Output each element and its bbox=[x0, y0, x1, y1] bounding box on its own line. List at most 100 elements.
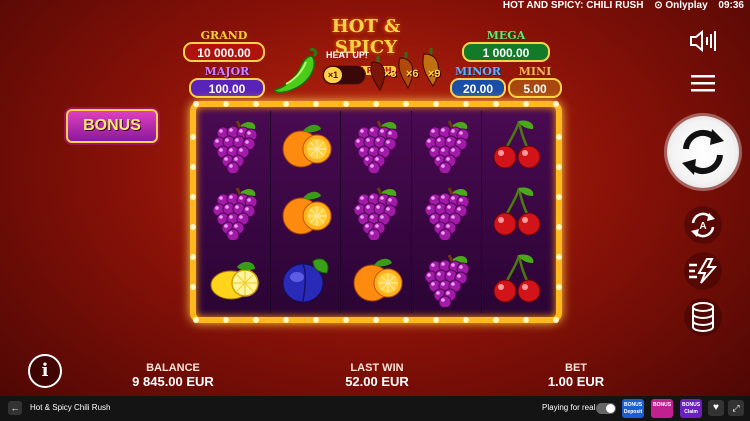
spin-icon bbox=[682, 129, 724, 175]
menu-icon bbox=[691, 75, 715, 92]
promo-deposit-bottom: Deposit bbox=[623, 409, 643, 415]
promo-bonus-top: BONUS bbox=[652, 402, 672, 408]
frame-light bbox=[493, 317, 499, 323]
toggle-knob bbox=[606, 404, 615, 413]
orange-icon bbox=[346, 251, 406, 307]
frame-light bbox=[433, 317, 439, 323]
frame-light bbox=[556, 254, 562, 260]
frame-light bbox=[283, 317, 289, 323]
grapes-icon bbox=[417, 251, 477, 308]
frame-light bbox=[190, 164, 196, 170]
frame-light bbox=[493, 101, 499, 107]
playing-for-real-label: Playing for real bbox=[542, 403, 596, 412]
frame-light bbox=[190, 194, 196, 200]
jackpot-mega-value: 1 000.00 bbox=[462, 42, 550, 62]
frame-light bbox=[403, 101, 409, 107]
reel-2 bbox=[271, 111, 342, 313]
frame-light bbox=[433, 101, 439, 107]
bottom-bar: ← Hot & Spicy Chili Rush Playing for rea… bbox=[0, 396, 750, 421]
bet-button[interactable] bbox=[684, 298, 722, 336]
back-button[interactable]: ← bbox=[8, 401, 22, 415]
frame-light bbox=[193, 317, 199, 323]
balance-display: BALANCE 9 845.00 EUR bbox=[110, 362, 236, 390]
heart-icon: ♥ bbox=[713, 402, 719, 413]
frame-light bbox=[463, 101, 469, 107]
frame-light bbox=[556, 284, 562, 290]
promo-deposit-button[interactable]: BONUS Deposit bbox=[622, 399, 644, 418]
jackpot-mini-value: 5.00 bbox=[508, 78, 562, 98]
multiplier-x1: ×1 bbox=[324, 67, 342, 83]
yellow-chili-icon bbox=[422, 48, 439, 87]
heat-multiplier-toggle: ×1 bbox=[322, 65, 366, 85]
frame-light bbox=[190, 254, 196, 260]
green-chili-icon bbox=[272, 48, 318, 94]
bet-display[interactable]: BET 1.00 EUR bbox=[526, 362, 626, 390]
heat-up-label: HEAT UP! bbox=[326, 50, 368, 60]
turbo-button[interactable] bbox=[684, 252, 722, 290]
frame-light bbox=[373, 101, 379, 107]
favorite-button[interactable]: ♥ bbox=[708, 400, 724, 416]
bet-value: 1.00 EUR bbox=[547, 374, 605, 389]
grapes-icon bbox=[417, 117, 477, 173]
last-win-label: LAST WIN bbox=[350, 362, 404, 374]
frame-light bbox=[556, 164, 562, 170]
frame-light bbox=[556, 134, 562, 140]
promo-bonus-button[interactable]: BONUS bbox=[651, 399, 673, 418]
frame-light bbox=[343, 101, 349, 107]
info-button[interactable]: i bbox=[28, 354, 62, 388]
frame-light bbox=[190, 284, 196, 290]
orange-icon bbox=[275, 117, 335, 173]
sound-button[interactable] bbox=[686, 26, 720, 56]
last-win-display: LAST WIN 52.00 EUR bbox=[314, 362, 440, 390]
frame-light bbox=[463, 317, 469, 323]
frame-light bbox=[553, 101, 559, 107]
jackpot-grand-label: GRAND bbox=[200, 29, 248, 42]
jackpot-mini: MINI 5.00 bbox=[508, 66, 562, 98]
grapes-icon bbox=[205, 117, 265, 173]
frame-light bbox=[253, 317, 259, 323]
orange-icon bbox=[275, 184, 335, 240]
frame-light bbox=[556, 224, 562, 230]
frame-light bbox=[403, 317, 409, 323]
balance-label: BALANCE bbox=[146, 362, 200, 374]
frame-light bbox=[556, 194, 562, 200]
frame-light bbox=[313, 101, 319, 107]
back-arrow-icon: ← bbox=[10, 403, 20, 413]
frame-light bbox=[373, 317, 379, 323]
bonus-button[interactable]: BONUS bbox=[66, 109, 158, 143]
jackpot-minor: MINOR 20.00 bbox=[450, 66, 506, 98]
provider-label: ⊙ Onlyplay bbox=[654, 0, 708, 11]
jackpot-grand: GRAND 10 000.00 bbox=[183, 30, 265, 62]
top-status-bar: HOT AND SPICY: CHILI RUSH ⊙ Onlyplay 09:… bbox=[0, 0, 750, 14]
bottom-game-title: Hot & Spicy Chili Rush bbox=[30, 403, 111, 412]
grapes-icon bbox=[346, 184, 406, 240]
turbo-icon bbox=[689, 258, 718, 284]
frame-light bbox=[253, 101, 259, 107]
reel-frame bbox=[190, 101, 562, 323]
promo-claim-button[interactable]: BONUS Claim bbox=[680, 399, 702, 418]
frame-light bbox=[223, 317, 229, 323]
jackpot-minor-value: 20.00 bbox=[450, 78, 506, 98]
promo-claim-bottom: Claim bbox=[684, 409, 698, 415]
promo-claim-top: BONUS bbox=[681, 402, 701, 408]
reel-4 bbox=[412, 111, 483, 313]
autoplay-button[interactable]: A bbox=[684, 206, 722, 244]
jackpot-mini-label: MINI bbox=[518, 65, 552, 78]
real-play-toggle[interactable] bbox=[596, 403, 616, 414]
frame-light bbox=[190, 224, 196, 230]
bet-coins-icon bbox=[692, 302, 714, 332]
frame-light bbox=[523, 317, 529, 323]
bet-label: BET bbox=[565, 362, 587, 374]
plum-icon bbox=[275, 251, 335, 307]
sound-icon bbox=[690, 29, 716, 53]
jackpot-minor-label: MINOR bbox=[454, 65, 502, 78]
spin-button[interactable] bbox=[667, 116, 739, 188]
grapes-icon bbox=[346, 117, 406, 173]
frame-light bbox=[313, 317, 319, 323]
fullscreen-button[interactable]: ⤢ bbox=[728, 400, 744, 416]
reel-5 bbox=[482, 111, 552, 313]
frame-light bbox=[523, 101, 529, 107]
menu-button[interactable] bbox=[686, 68, 720, 98]
multiplier-x9: ×9 bbox=[428, 68, 441, 80]
jackpot-major-label: MAJOR bbox=[204, 65, 250, 78]
